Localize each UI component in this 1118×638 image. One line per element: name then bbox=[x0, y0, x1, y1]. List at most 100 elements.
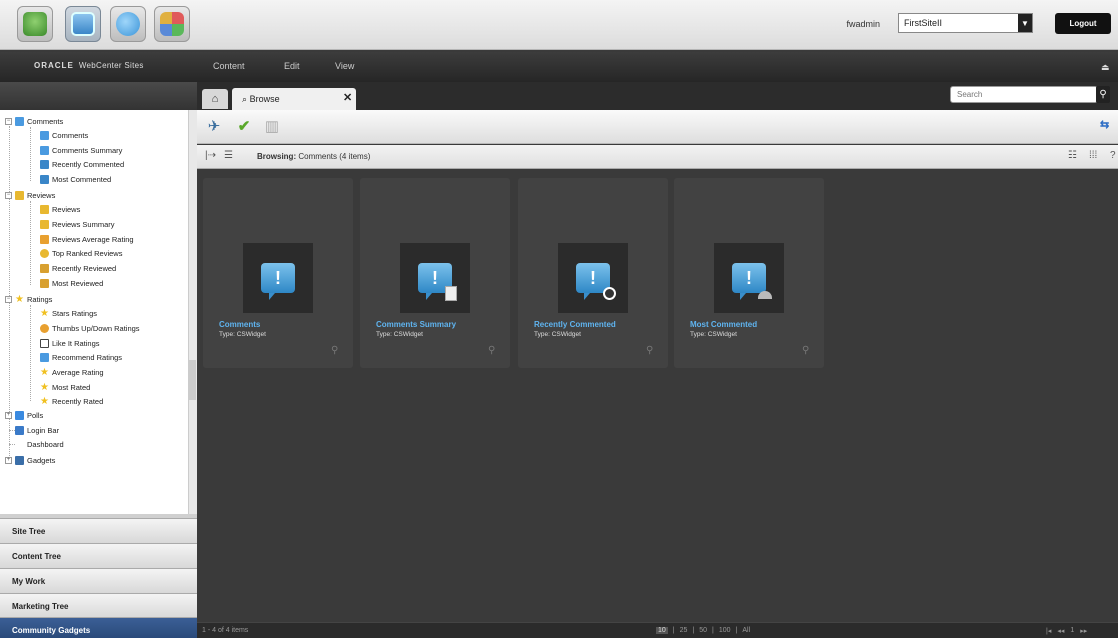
tree-scrollbar[interactable] bbox=[188, 110, 197, 514]
zoom-icon[interactable]: ⚲ bbox=[331, 345, 338, 356]
widget-card[interactable]: ! Most Commented Type: CSWidget ⚲ bbox=[674, 178, 824, 368]
grid-view-icon[interactable]: ⁞⁞⁞ bbox=[1089, 150, 1097, 161]
search-input[interactable] bbox=[950, 86, 1098, 103]
app-admin-button[interactable] bbox=[65, 6, 101, 42]
widget-card[interactable]: ! Comments Summary Type: CSWidget ⚲ bbox=[360, 178, 510, 368]
close-icon[interactable]: ✕ bbox=[343, 91, 352, 104]
tree-item[interactable]: Reviews bbox=[40, 203, 80, 215]
logout-button[interactable]: Logout bbox=[1055, 13, 1111, 34]
app-community-button[interactable] bbox=[110, 6, 146, 42]
tree-item[interactable]: Top Ranked Reviews bbox=[40, 247, 122, 259]
widget-thumbnail: ! bbox=[243, 243, 313, 313]
toggle-gadgets[interactable]: + bbox=[5, 457, 12, 464]
tree-item[interactable]: Most Commented bbox=[40, 173, 111, 185]
tree-folder-gadgets[interactable]: Gadgets bbox=[15, 454, 55, 466]
tree-item[interactable]: ★ Recently Rated bbox=[40, 395, 103, 407]
menu-content[interactable]: Content bbox=[213, 61, 245, 71]
widget-type: Type: CSWidget bbox=[376, 331, 423, 338]
tree-item[interactable]: ★ Most Rated bbox=[40, 381, 90, 393]
app-contributor-button[interactable] bbox=[17, 6, 53, 42]
tree-item[interactable]: Reviews Summary bbox=[40, 218, 115, 230]
widget-title[interactable]: Comments bbox=[219, 320, 260, 329]
zoom-icon[interactable]: ⚲ bbox=[802, 345, 809, 356]
average-star-icon: ★ bbox=[40, 366, 49, 378]
top-ranked-icon bbox=[40, 248, 49, 258]
search-button[interactable]: ⚲ bbox=[1096, 86, 1110, 103]
tree-item[interactable]: Reviews Average Rating bbox=[40, 233, 134, 245]
accordion-content-tree[interactable]: Content Tree bbox=[0, 543, 197, 568]
oracle-logo: ORACLE WebCenter Sites bbox=[34, 61, 144, 70]
toggle-comments[interactable]: − bbox=[5, 118, 12, 125]
toolbar bbox=[197, 110, 1118, 144]
menu-view[interactable]: View bbox=[335, 61, 354, 71]
toggle-ratings[interactable]: − bbox=[5, 296, 12, 303]
star-icon: ★ bbox=[40, 307, 49, 319]
tree-item[interactable]: Comments Summary bbox=[40, 144, 122, 156]
site-select[interactable]: FirstSiteII bbox=[898, 13, 1033, 33]
recent-review-icon bbox=[40, 263, 49, 273]
widget-type: Type: CSWidget bbox=[690, 331, 737, 338]
page-size-all[interactable]: All bbox=[742, 627, 750, 634]
eject-icon[interactable]: ⏏ bbox=[1101, 62, 1110, 73]
tree-item[interactable]: Like It Ratings bbox=[40, 337, 100, 349]
accordion-my-work[interactable]: My Work bbox=[0, 568, 197, 593]
tree-item[interactable]: Recommend Ratings bbox=[40, 351, 122, 363]
page-size-50[interactable]: 50 bbox=[699, 627, 707, 634]
bookmark-icon[interactable]: ✈ bbox=[203, 115, 225, 137]
login-bar-icon bbox=[15, 425, 24, 435]
page-size-100[interactable]: 100 bbox=[719, 627, 731, 634]
tree-folder-reviews[interactable]: Reviews bbox=[15, 189, 55, 201]
widget-type: Type: CSWidget bbox=[534, 331, 581, 338]
menu-edit[interactable]: Edit bbox=[284, 61, 300, 71]
tree-item[interactable]: Comments bbox=[40, 129, 88, 141]
trash-icon[interactable]: ▥ bbox=[261, 115, 283, 137]
tab-browse[interactable]: ⌕ Browse bbox=[232, 88, 356, 110]
tree-item[interactable]: Thumbs Up/Down Ratings bbox=[40, 322, 140, 334]
tree-item-login-bar[interactable]: Login Bar bbox=[15, 424, 59, 436]
folder-icon bbox=[15, 116, 24, 126]
page-size-25[interactable]: 25 bbox=[680, 627, 688, 634]
zoom-icon[interactable]: ⚲ bbox=[646, 345, 653, 356]
accordion-community-gadgets[interactable]: Community Gadgets bbox=[0, 617, 197, 638]
tree-folder-comments[interactable]: Comments bbox=[15, 115, 63, 127]
accordion-site-tree[interactable]: Site Tree bbox=[0, 518, 197, 543]
tree-item-dashboard[interactable]: Dashboard bbox=[27, 438, 64, 450]
chevron-down-icon[interactable]: ▼ bbox=[1018, 14, 1032, 32]
folder-icon bbox=[15, 190, 24, 200]
widget-title[interactable]: Recently Commented bbox=[534, 320, 616, 329]
toggle-polls[interactable]: + bbox=[5, 412, 12, 419]
widget-card[interactable]: ! Comments Type: CSWidget ⚲ bbox=[203, 178, 353, 368]
widget-title[interactable]: Most Commented bbox=[690, 320, 757, 329]
accordion-marketing-tree[interactable]: Marketing Tree bbox=[0, 593, 197, 618]
tree-item[interactable]: Most Reviewed bbox=[40, 277, 103, 289]
tree-item[interactable]: ★ Average Rating bbox=[40, 366, 104, 378]
widget-title[interactable]: Comments Summary bbox=[376, 320, 456, 329]
tree-folder-polls[interactable]: Polls bbox=[15, 409, 43, 421]
approve-icon[interactable]: ✔ bbox=[233, 115, 255, 137]
prev-page-icon[interactable]: ◂◂ bbox=[1057, 627, 1064, 635]
sort-icon[interactable]: ☰ bbox=[224, 150, 233, 161]
toggle-reviews[interactable]: − bbox=[5, 192, 12, 199]
tree-item[interactable]: Recently Commented bbox=[40, 158, 124, 170]
item-count: 1 - 4 of 4 items bbox=[202, 627, 249, 634]
refresh-icon[interactable]: ⇆ bbox=[1100, 118, 1109, 131]
tree-item[interactable]: ★ Stars Ratings bbox=[40, 307, 97, 319]
review-summary-icon bbox=[40, 219, 49, 229]
first-page-icon[interactable]: |◂ bbox=[1046, 627, 1051, 635]
comment-icon bbox=[40, 130, 49, 140]
page-size-10[interactable]: 10 bbox=[656, 627, 668, 634]
gadgets-icon bbox=[160, 12, 184, 36]
expand-icon[interactable]: |⇢ bbox=[205, 150, 216, 161]
tree-item[interactable]: Recently Reviewed bbox=[40, 262, 116, 274]
home-tab[interactable]: ⌂ bbox=[202, 89, 228, 109]
next-page-icon[interactable]: ▸▸ bbox=[1080, 627, 1087, 635]
community-icon bbox=[116, 12, 140, 36]
app-gadgets-button[interactable] bbox=[154, 6, 190, 42]
help-icon[interactable]: ? bbox=[1110, 150, 1116, 161]
widget-thumbnail: ! bbox=[714, 243, 784, 313]
tree-folder-ratings[interactable]: ★ Ratings bbox=[15, 293, 52, 305]
widget-card[interactable]: ! Recently Commented Type: CSWidget ⚲ bbox=[518, 178, 668, 368]
list-view-icon[interactable]: ☷ bbox=[1068, 150, 1077, 161]
zoom-icon[interactable]: ⚲ bbox=[488, 345, 495, 356]
scroll-thumb[interactable] bbox=[189, 360, 196, 400]
